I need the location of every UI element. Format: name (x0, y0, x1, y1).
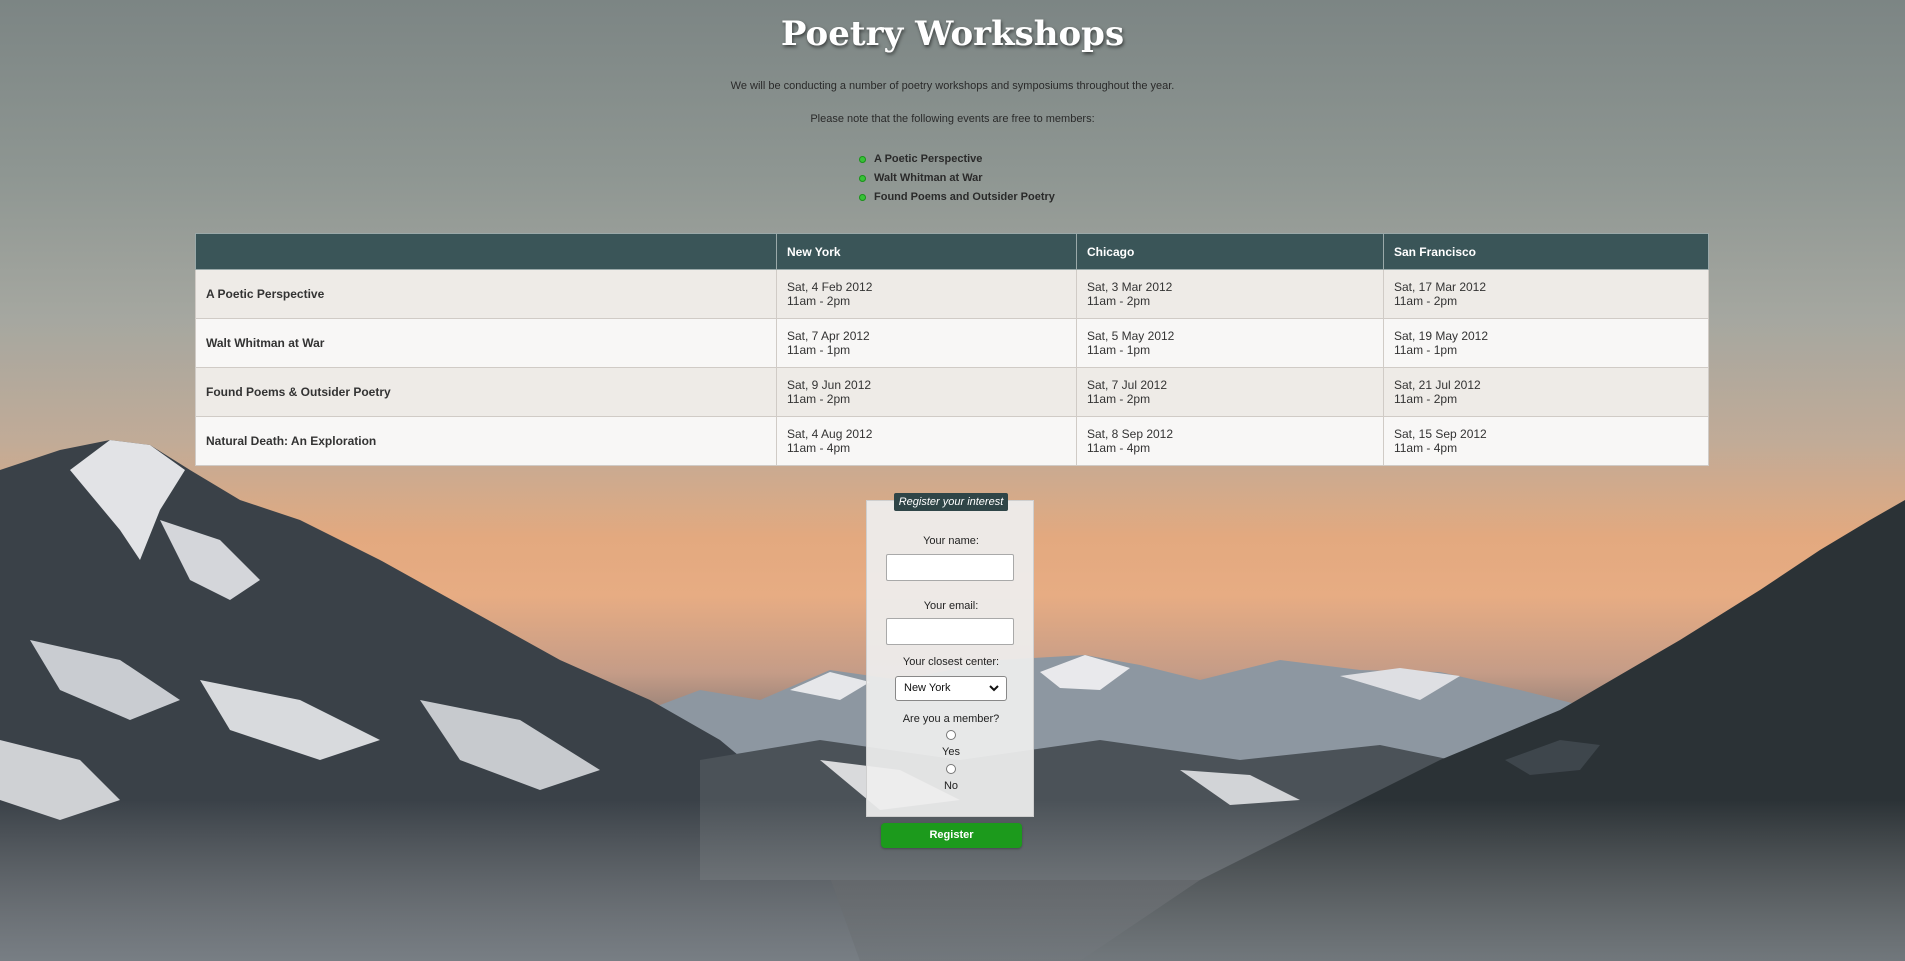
session-time: 11am - 1pm (786, 343, 851, 357)
header-event (195, 233, 777, 270)
session-cell: Sat, 7 Jul 2012 11am - 2pm (1075, 367, 1384, 417)
session-time: 11am - 2pm (1393, 294, 1458, 308)
session-date: Sat, 7 Apr 2012 (786, 329, 870, 343)
table-row: A Poetic Perspective Sat, 4 Feb 2012 11am… (195, 269, 1710, 319)
event-name: Found Poems & Outsider Poetry (195, 367, 777, 417)
header-chicago: Chicago (1075, 233, 1384, 270)
session-time: 11am - 4pm (786, 441, 851, 455)
register-button[interactable]: Register (881, 823, 1022, 848)
session-date: Sat, 17 Mar 2012 (1393, 280, 1487, 294)
session-cell: Sat, 7 Apr 2012 11am - 1pm (775, 318, 1077, 368)
session-time: 11am - 2pm (1086, 392, 1151, 406)
session-date: Sat, 5 May 2012 (1086, 329, 1175, 343)
member-yes-radio[interactable] (946, 730, 956, 740)
session-date: Sat, 15 Sep 2012 (1393, 427, 1487, 441)
session-cell: Sat, 17 Mar 2012 11am - 2pm (1382, 269, 1710, 319)
table-header-row: New York Chicago San Francisco (195, 233, 1710, 270)
session-cell: Sat, 5 May 2012 11am - 1pm (1075, 318, 1384, 368)
email-label: Your email: (923, 600, 979, 612)
list-item-label: Walt Whitman at War (874, 172, 983, 184)
center-select[interactable]: New York (895, 676, 1007, 701)
email-field[interactable] (886, 618, 1014, 645)
session-date: Sat, 19 May 2012 (1393, 329, 1489, 343)
list-item: Walt Whitman at War (857, 169, 1055, 188)
session-cell: Sat, 4 Feb 2012 11am - 2pm (775, 269, 1077, 319)
form-legend: Register your interest (894, 493, 1008, 511)
bullet-icon (859, 175, 866, 182)
list-item: A Poetic Perspective (857, 150, 1055, 169)
event-name: A Poetic Perspective (195, 269, 777, 319)
session-date: Sat, 9 Jun 2012 (786, 378, 872, 392)
member-yes-label: Yes (942, 746, 960, 758)
session-time: 11am - 2pm (1086, 294, 1151, 308)
chevron-down-icon (989, 685, 999, 692)
center-selected-value: New York (904, 682, 951, 694)
session-time: 11am - 4pm (1393, 441, 1458, 455)
header-new-york: New York (775, 233, 1077, 270)
event-name: Natural Death: An Exploration (195, 416, 777, 466)
session-date: Sat, 3 Mar 2012 (1086, 280, 1173, 294)
member-no-label: No (943, 780, 959, 792)
table-row: Walt Whitman at War Sat, 7 Apr 2012 11am … (195, 318, 1710, 368)
event-name: Walt Whitman at War (195, 318, 777, 368)
intro-text: We will be conducting a number of poetry… (730, 80, 1175, 92)
free-events-list: A Poetic Perspective Walt Whitman at War… (857, 150, 1055, 207)
session-date: Sat, 8 Sep 2012 (1086, 427, 1174, 441)
member-no-radio[interactable] (946, 764, 956, 774)
list-item: Found Poems and Outsider Poetry (857, 188, 1055, 207)
session-time: 11am - 2pm (786, 392, 851, 406)
bullet-icon (859, 194, 866, 201)
members-note: Please note that the following events ar… (810, 113, 1095, 125)
session-time: 11am - 2pm (786, 294, 851, 308)
bullet-icon (859, 156, 866, 163)
list-item-label: A Poetic Perspective (874, 153, 983, 165)
session-cell: Sat, 21 Jul 2012 11am - 2pm (1382, 367, 1710, 417)
header-san-francisco: San Francisco (1382, 233, 1710, 270)
session-date: Sat, 4 Aug 2012 (786, 427, 873, 441)
name-label: Your name: (923, 535, 979, 547)
session-cell: Sat, 9 Jun 2012 11am - 2pm (775, 367, 1077, 417)
center-label: Your closest center: (902, 656, 1000, 668)
session-cell: Sat, 19 May 2012 11am - 1pm (1382, 318, 1710, 368)
table-row: Natural Death: An Exploration Sat, 4 Aug… (195, 416, 1710, 466)
table-row: Found Poems & Outsider Poetry Sat, 9 Jun… (195, 367, 1710, 417)
session-date: Sat, 4 Feb 2012 (786, 280, 873, 294)
name-field[interactable] (886, 554, 1014, 581)
register-form: Register your interest Your name: Your e… (866, 493, 1034, 817)
session-time: 11am - 1pm (1393, 343, 1458, 357)
session-date: Sat, 21 Jul 2012 (1393, 378, 1481, 392)
member-label: Are you a member? (902, 713, 1000, 725)
list-item-label: Found Poems and Outsider Poetry (874, 191, 1055, 203)
session-cell: Sat, 4 Aug 2012 11am - 4pm (775, 416, 1077, 466)
session-cell: Sat, 3 Mar 2012 11am - 2pm (1075, 269, 1384, 319)
schedule-table: New York Chicago San Francisco A Poetic … (195, 233, 1710, 466)
session-time: 11am - 2pm (1393, 392, 1458, 406)
session-time: 11am - 1pm (1086, 343, 1151, 357)
page: Poetry Workshops We will be conducting a… (0, 0, 1905, 961)
session-time: 11am - 4pm (1086, 441, 1151, 455)
session-cell: Sat, 8 Sep 2012 11am - 4pm (1075, 416, 1384, 466)
session-date: Sat, 7 Jul 2012 (1086, 378, 1168, 392)
page-title: Poetry Workshops (780, 14, 1125, 54)
session-cell: Sat, 15 Sep 2012 11am - 4pm (1382, 416, 1710, 466)
